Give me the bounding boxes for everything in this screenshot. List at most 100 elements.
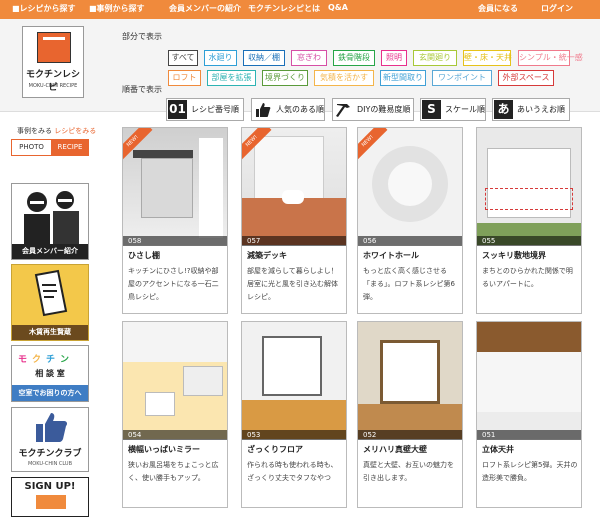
recipe-title[interactable]: 減築デッキ: [247, 250, 287, 261]
scale-s-icon: S: [422, 100, 441, 119]
recipe-card[interactable]: 055 スッキリ敷地境界まちとのひらかれた関係で明るいアパートに。: [476, 127, 582, 314]
nav-link-case-search[interactable]: ■事例から探す: [89, 3, 145, 14]
book-icon: [34, 269, 68, 317]
club-title: モクチンクラブ: [18, 449, 82, 459]
recipe-description: ロフト系レシピ第5弾。天井の造形美で勝負。: [482, 461, 578, 482]
filter-chip[interactable]: 窓ぎわ: [291, 50, 327, 66]
recipe-description: 部屋を減らして暮らしよし！居室に光と風を引き込む解体レシピ。: [247, 267, 338, 301]
sidebar-consult-banner[interactable]: モクチン 相 談 室 空室でお困りの方へ: [11, 345, 89, 402]
filter-chip[interactable]: 外部スペース: [498, 70, 554, 86]
sort-label: 順番で表示: [122, 85, 162, 94]
hiragana-a-icon: あ: [494, 100, 513, 119]
photo-recipe-toggle: PHOTO RECIPE: [11, 139, 89, 156]
sort-by-scale-button[interactable]: S スケール順: [420, 98, 486, 121]
recipe-card[interactable]: NEW! 056 ホワイトホールもっと広く高く感じさせる「まる」。ロフト系レシピ第6…: [357, 127, 463, 314]
consult-char-4: ン: [60, 355, 75, 365]
wood-caption: 木賃再生賢蔵: [12, 325, 88, 340]
signup-text: SIGN UP!: [24, 481, 76, 492]
club-subtitle: MOKU-CHIN CLUB: [27, 461, 73, 467]
members-caption: 会員メンバー紹介: [12, 244, 88, 259]
recipe-photo[interactable]: [358, 322, 462, 439]
recipe-number: 058: [123, 236, 227, 246]
login-button[interactable]: ログイン: [541, 3, 573, 14]
recipe-title[interactable]: ひさし棚: [128, 250, 160, 261]
nav-link-members[interactable]: 会員メンバーの紹介: [169, 3, 241, 14]
filter-chip[interactable]: 水廻り: [204, 50, 237, 66]
consult-caption: 空室でお困りの方へ: [12, 385, 88, 401]
filter-chip[interactable]: 新型間取り: [380, 70, 426, 86]
sort-label-number: レシピ番号順: [191, 105, 239, 114]
recipe-number: 052: [358, 430, 462, 440]
recipe-description: 真壁と大壁、お互いの魅力を引き出します。: [363, 461, 454, 482]
sidebar-members-banner[interactable]: 会員メンバー紹介: [11, 183, 89, 260]
nav-link-about[interactable]: モクチンレシピとは: [248, 3, 320, 14]
thumbs-up-icon: [253, 100, 272, 119]
filter-chip[interactable]: 収納／棚: [243, 50, 285, 66]
recipe-title[interactable]: ざっくりフロア: [247, 444, 303, 455]
filter-chip[interactable]: 気積を活かす: [314, 70, 374, 86]
sidebar-club-banner[interactable]: モクチンクラブ MOKU-CHIN CLUB: [11, 407, 89, 472]
recipe-photo[interactable]: NEW!: [123, 128, 227, 245]
recipe-card[interactable]: 053 ざっくりフロア作られる時も使われる時も、ざっくり丈夫でタフなやつ: [241, 321, 347, 508]
recipe-number: 054: [123, 430, 227, 440]
sort-by-popularity-button[interactable]: 人気のある順: [251, 98, 325, 121]
member-signup-button[interactable]: 会員になる: [478, 3, 518, 14]
filter-chip[interactable]: 鉄骨階段: [333, 50, 375, 66]
sort-by-diy-button[interactable]: DIYの難易度順: [332, 98, 414, 121]
recipe-photo[interactable]: NEW!: [358, 128, 462, 245]
recipe-title[interactable]: スッキリ敷地境界: [482, 250, 546, 261]
sort-label-scale: スケール順: [445, 105, 485, 114]
view-recipes-text[interactable]: レシピをみる: [54, 127, 96, 135]
consult-char-3: チ: [46, 355, 61, 365]
consult-subtitle: 相 談 室: [35, 369, 65, 378]
recipe-photo[interactable]: [242, 322, 346, 439]
recipe-number: 055: [477, 236, 581, 246]
recipe-title[interactable]: 横幅いっぱいミラー: [128, 444, 200, 455]
recipe-card[interactable]: 051 立体天井ロフト系レシピ第5弾。天井の造形美で勝負。: [476, 321, 582, 508]
recipe-photo[interactable]: [477, 322, 581, 439]
nav-link-recipe-search[interactable]: ■レシピから探す: [12, 3, 76, 14]
recipe-card[interactable]: 052 メリハリ真壁大壁真壁と大壁、お互いの魅力を引き出します。: [357, 321, 463, 508]
recipe-description: キッチンにひさし!?収納や部屋のアクセントになる一石二鳥レシピ。: [128, 267, 219, 301]
recipe-description: 作られる時も使われる時も、ざっくり丈夫でタフなやつ: [247, 461, 338, 482]
recipe-number: 053: [242, 430, 346, 440]
toggle-recipe[interactable]: RECIPE: [51, 140, 89, 155]
filter-chip[interactable]: 照明: [381, 50, 407, 66]
recipe-number: 057: [242, 236, 346, 246]
recipe-number: 056: [358, 236, 462, 246]
recipe-card[interactable]: 054 横幅いっぱいミラー狭いお風呂場をちょこっと広く、使い勝手もアップ。: [122, 321, 228, 508]
filter-chip[interactable]: ワンポイント: [432, 70, 492, 86]
filter-chip[interactable]: 境界づくり: [262, 70, 308, 86]
logo[interactable]: モクチンレシピ MOKU-CHIN RECIPE: [22, 26, 84, 98]
recipe-title[interactable]: 立体天井: [482, 444, 514, 455]
filter-chip[interactable]: ロフト: [168, 70, 201, 86]
recipe-description: もっと広く高く感じさせる「まる」。ロフト系レシピ第6弾。: [363, 267, 455, 301]
filter-chip[interactable]: シンプル・統一感: [518, 50, 583, 66]
sidebar-signup-banner[interactable]: SIGN UP!: [11, 477, 89, 517]
recipe-number: 051: [477, 430, 581, 440]
filter-chip[interactable]: 壁・床・天井: [463, 50, 512, 66]
sort-by-aiueo-button[interactable]: あ あいうえお順: [492, 98, 570, 121]
view-cases-text[interactable]: 事例をみる: [17, 127, 52, 135]
recipe-photo[interactable]: NEW!: [242, 128, 346, 245]
recipe-card[interactable]: NEW! 057 減築デッキ部屋を減らして暮らしよし！居室に光と風を引き込む解体レシ…: [241, 127, 347, 314]
filter-chip[interactable]: 玄関廻り: [413, 50, 457, 66]
filter-chip[interactable]: 部屋を拡張: [207, 70, 256, 86]
recipe-description: 狭いお風呂場をちょこっと広く、使い勝手もアップ。: [128, 461, 219, 482]
toggle-photo[interactable]: PHOTO: [12, 140, 51, 155]
filter-chip[interactable]: すべて: [168, 50, 198, 66]
recipe-photo[interactable]: [477, 128, 581, 245]
nav-link-qa[interactable]: Q&A: [328, 3, 348, 12]
recipe-title[interactable]: メリハリ真壁大壁: [363, 444, 427, 455]
recipe-photo[interactable]: [123, 322, 227, 439]
header: モクチンレシピ MOKU-CHIN RECIPE 部分で表示 すべて 水廻り 収納／…: [0, 19, 600, 121]
recipe-description: まちとのひらかれた関係で明るいアパートに。: [482, 267, 573, 288]
recipe-title[interactable]: ホワイトホール: [363, 250, 419, 261]
consult-char-1: モ: [18, 355, 33, 365]
hammer-icon: [334, 100, 353, 119]
recipe-card[interactable]: NEW! 058 ひさし棚キッチンにひさし!?収納や部屋のアクセントになる一石二鳥レ…: [122, 127, 228, 314]
sort-by-number-button[interactable]: 01 レシピ番号順: [166, 98, 244, 121]
sidebar-wood-banner[interactable]: 木賃再生賢蔵: [11, 264, 89, 341]
sort-number-icon: 01: [168, 100, 187, 119]
house-icon: [36, 495, 66, 509]
